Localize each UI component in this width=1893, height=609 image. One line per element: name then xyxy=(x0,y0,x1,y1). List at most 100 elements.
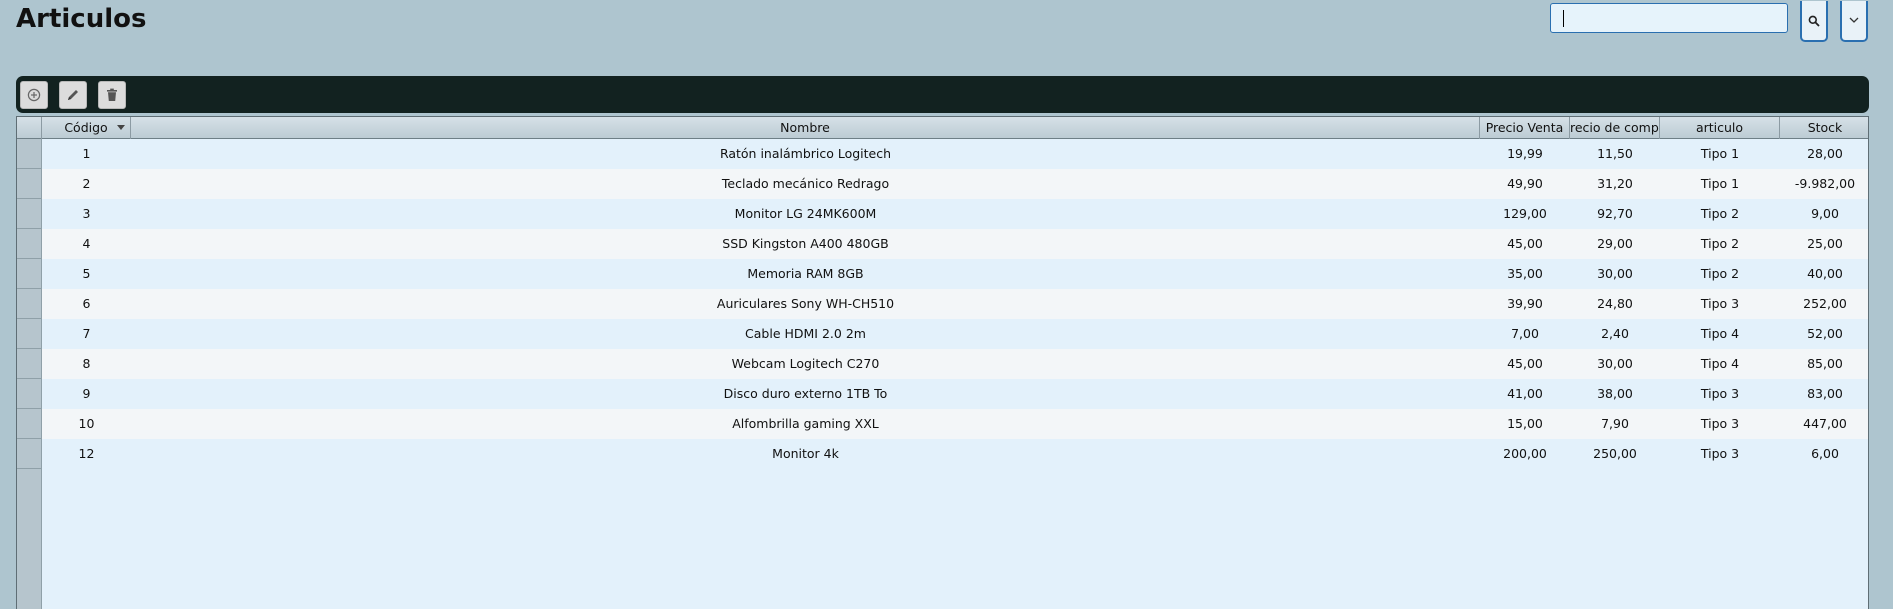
cell-precio-compra[interactable]: 92,70 xyxy=(1570,199,1660,229)
cell-articulo[interactable]: Tipo 3 xyxy=(1660,409,1780,439)
cell-codigo[interactable]: 12 xyxy=(42,439,131,469)
cell-stock[interactable]: 9,00 xyxy=(1780,199,1868,229)
cell-precio-compra[interactable]: 30,00 xyxy=(1570,349,1660,379)
search-input[interactable] xyxy=(1550,3,1788,33)
row-header[interactable] xyxy=(17,319,42,349)
row-header[interactable] xyxy=(17,349,42,379)
table-row[interactable]: 9 Disco duro externo 1TB To 41,00 38,00 Tipo… xyxy=(17,379,1868,409)
cell-articulo[interactable]: Tipo 4 xyxy=(1660,319,1780,349)
cell-stock[interactable]: 85,00 xyxy=(1780,349,1868,379)
row-header[interactable] xyxy=(17,199,42,229)
cell-nombre[interactable]: Auriculares Sony WH-CH510 xyxy=(131,289,1480,319)
column-header-stock[interactable]: Stock xyxy=(1780,117,1868,139)
cell-nombre[interactable]: Alfombrilla gaming XXL xyxy=(131,409,1480,439)
table-row[interactable]: 3 Monitor LG 24MK600M 129,00 92,70 Tipo 2 9,0… xyxy=(17,199,1868,229)
cell-stock[interactable]: 252,00 xyxy=(1780,289,1868,319)
table-row[interactable]: 4 SSD Kingston A400 480GB 45,00 29,00 Tipo 2… xyxy=(17,229,1868,259)
cell-stock[interactable]: 83,00 xyxy=(1780,379,1868,409)
cell-stock[interactable]: 6,00 xyxy=(1780,439,1868,469)
cell-articulo[interactable]: Tipo 3 xyxy=(1660,289,1780,319)
cell-codigo[interactable]: 3 xyxy=(42,199,131,229)
cell-articulo[interactable]: Tipo 3 xyxy=(1660,439,1780,469)
cell-precio-venta[interactable]: 41,00 xyxy=(1480,379,1570,409)
cell-nombre[interactable]: Monitor 4k xyxy=(131,439,1480,469)
row-header[interactable] xyxy=(17,229,42,259)
column-header-codigo[interactable]: Código xyxy=(42,117,131,139)
cell-precio-compra[interactable]: 2,40 xyxy=(1570,319,1660,349)
cell-nombre[interactable]: SSD Kingston A400 480GB xyxy=(131,229,1480,259)
column-header-precio-compra[interactable]: recio de compr xyxy=(1570,117,1660,139)
cell-precio-compra[interactable]: 31,20 xyxy=(1570,169,1660,199)
row-header[interactable] xyxy=(17,409,42,439)
cell-articulo[interactable]: Tipo 4 xyxy=(1660,349,1780,379)
cell-precio-venta[interactable]: 19,99 xyxy=(1480,139,1570,169)
cell-codigo[interactable]: 8 xyxy=(42,349,131,379)
row-header[interactable] xyxy=(17,379,42,409)
edit-button[interactable] xyxy=(59,81,87,109)
cell-nombre[interactable]: Webcam Logitech C270 xyxy=(131,349,1480,379)
row-header[interactable] xyxy=(17,259,42,289)
table-row[interactable]: 7 Cable HDMI 2.0 2m 7,00 2,40 Tipo 4 52,00 xyxy=(17,319,1868,349)
column-header-precio-venta[interactable]: Precio Venta xyxy=(1480,117,1570,139)
cell-precio-venta[interactable]: 45,00 xyxy=(1480,349,1570,379)
table-row[interactable]: 1 Ratón inalámbrico Logitech 19,99 11,50 Tip… xyxy=(17,139,1868,169)
cell-nombre[interactable]: Disco duro externo 1TB To xyxy=(131,379,1480,409)
cell-precio-venta[interactable]: 200,00 xyxy=(1480,439,1570,469)
cell-codigo[interactable]: 9 xyxy=(42,379,131,409)
row-header[interactable] xyxy=(17,439,42,469)
search-button[interactable] xyxy=(1800,1,1828,42)
cell-nombre[interactable]: Monitor LG 24MK600M xyxy=(131,199,1480,229)
cell-stock[interactable]: 40,00 xyxy=(1780,259,1868,289)
row-header[interactable] xyxy=(17,169,42,199)
cell-articulo[interactable]: Tipo 1 xyxy=(1660,169,1780,199)
cell-precio-venta[interactable]: 49,90 xyxy=(1480,169,1570,199)
cell-articulo[interactable]: Tipo 1 xyxy=(1660,139,1780,169)
cell-articulo[interactable]: Tipo 2 xyxy=(1660,229,1780,259)
cell-precio-compra[interactable]: 30,00 xyxy=(1570,259,1660,289)
cell-articulo[interactable]: Tipo 3 xyxy=(1660,379,1780,409)
cell-codigo[interactable]: 7 xyxy=(42,319,131,349)
cell-articulo[interactable]: Tipo 2 xyxy=(1660,199,1780,229)
cell-codigo[interactable]: 2 xyxy=(42,169,131,199)
cell-stock[interactable]: 25,00 xyxy=(1780,229,1868,259)
add-button[interactable] xyxy=(20,81,48,109)
cell-codigo[interactable]: 5 xyxy=(42,259,131,289)
cell-stock[interactable]: 28,00 xyxy=(1780,139,1868,169)
cell-codigo[interactable]: 4 xyxy=(42,229,131,259)
cell-precio-compra[interactable]: 250,00 xyxy=(1570,439,1660,469)
table-row[interactable]: 5 Memoria RAM 8GB 35,00 30,00 Tipo 2 40,00 xyxy=(17,259,1868,289)
table-row[interactable]: 6 Auriculares Sony WH-CH510 39,90 24,80 Tipo… xyxy=(17,289,1868,319)
column-header-nombre[interactable]: Nombre xyxy=(131,117,1480,139)
cell-precio-venta[interactable]: 15,00 xyxy=(1480,409,1570,439)
cell-nombre[interactable]: Memoria RAM 8GB xyxy=(131,259,1480,289)
cell-precio-compra[interactable]: 24,80 xyxy=(1570,289,1660,319)
cell-precio-venta[interactable]: 7,00 xyxy=(1480,319,1570,349)
table-row[interactable]: 2 Teclado mecánico Redrago 49,90 31,20 Tipo … xyxy=(17,169,1868,199)
cell-codigo[interactable]: 1 xyxy=(42,139,131,169)
cell-stock[interactable]: 52,00 xyxy=(1780,319,1868,349)
column-header-articulo[interactable]: articulo xyxy=(1660,117,1780,139)
cell-articulo[interactable]: Tipo 2 xyxy=(1660,259,1780,289)
cell-nombre[interactable]: Ratón inalámbrico Logitech xyxy=(131,139,1480,169)
row-header[interactable] xyxy=(17,289,42,319)
cell-codigo[interactable]: 10 xyxy=(42,409,131,439)
cell-stock[interactable]: 447,00 xyxy=(1780,409,1868,439)
cell-precio-compra[interactable]: 38,00 xyxy=(1570,379,1660,409)
cell-precio-venta[interactable]: 39,90 xyxy=(1480,289,1570,319)
cell-precio-compra[interactable]: 11,50 xyxy=(1570,139,1660,169)
table-row[interactable]: 12 Monitor 4k 200,00 250,00 Tipo 3 6,00 xyxy=(17,439,1868,469)
cell-precio-venta[interactable]: 45,00 xyxy=(1480,229,1570,259)
row-header[interactable] xyxy=(17,139,42,169)
table-row[interactable]: 10 Alfombrilla gaming XXL 15,00 7,90 Tipo 34… xyxy=(17,409,1868,439)
cell-nombre[interactable]: Teclado mecánico Redrago xyxy=(131,169,1480,199)
delete-button[interactable] xyxy=(98,81,126,109)
cell-precio-compra[interactable]: 29,00 xyxy=(1570,229,1660,259)
cell-precio-compra[interactable]: 7,90 xyxy=(1570,409,1660,439)
dropdown-button[interactable] xyxy=(1840,1,1868,42)
cell-codigo[interactable]: 6 xyxy=(42,289,131,319)
cell-precio-venta[interactable]: 129,00 xyxy=(1480,199,1570,229)
cell-precio-venta[interactable]: 35,00 xyxy=(1480,259,1570,289)
cell-nombre[interactable]: Cable HDMI 2.0 2m xyxy=(131,319,1480,349)
table-row[interactable]: 8 Webcam Logitech C270 45,00 30,00 Tipo 4 85,… xyxy=(17,349,1868,379)
cell-stock[interactable]: -9.982,00 xyxy=(1780,169,1868,199)
